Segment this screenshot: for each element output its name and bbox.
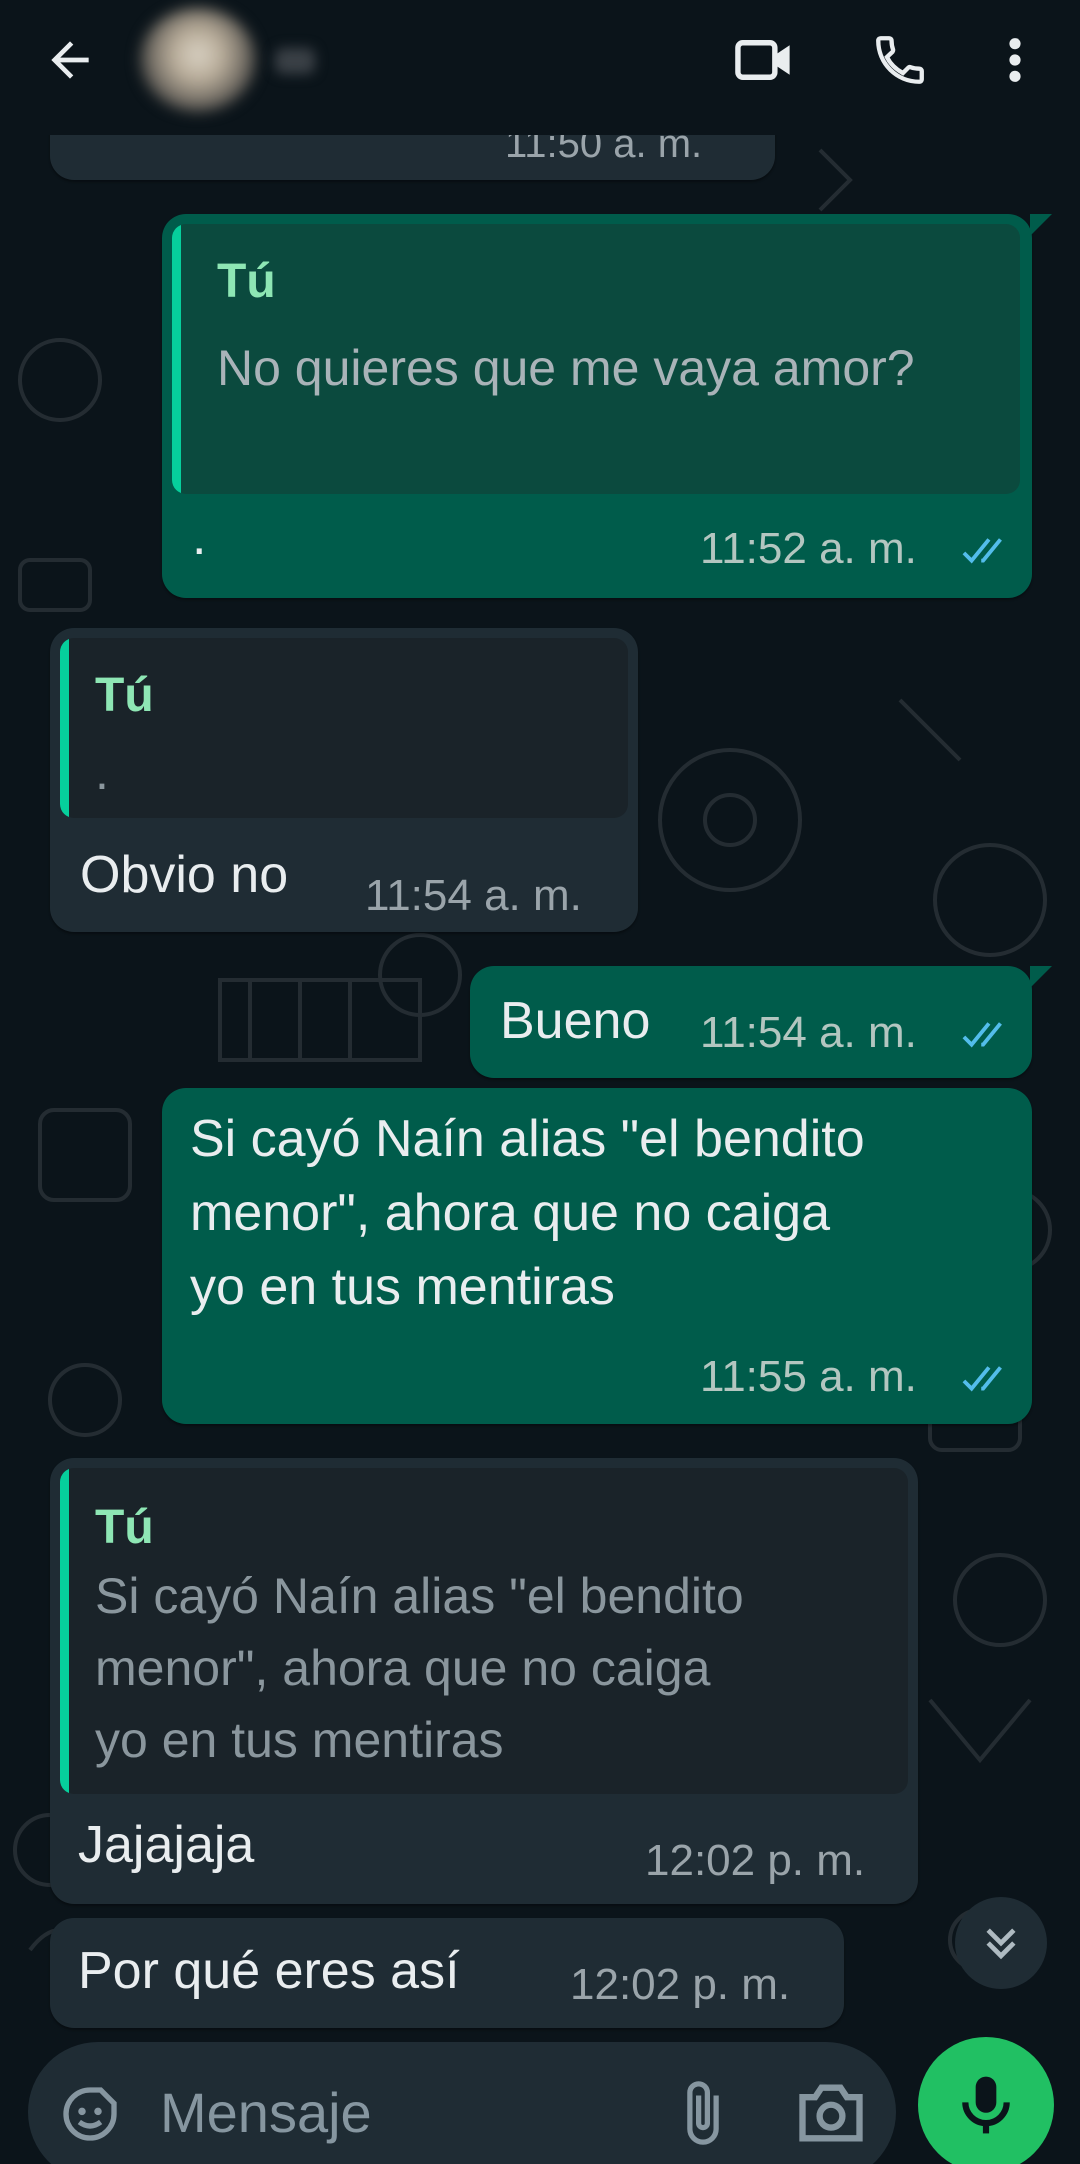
quote-accent-bar <box>172 224 181 494</box>
message-input[interactable]: Mensaje <box>160 2080 372 2145</box>
chat-header <box>0 0 1080 135</box>
message-text: Por qué eres así <box>78 1942 460 2000</box>
quoted-message[interactable]: Tú Si cayó Naín alias "el bendito menor"… <box>60 1468 908 1794</box>
message-bubble-incoming[interactable]: Tú Si cayó Naín alias "el bendito menor"… <box>50 1458 918 1904</box>
message-time: 11:52 a. m. <box>700 524 917 573</box>
message-text: Bueno <box>500 992 651 1050</box>
read-ticks-icon <box>962 1022 1002 1048</box>
arrow-left-icon[interactable] <box>30 20 110 100</box>
quoted-message[interactable]: Tú . <box>60 638 628 818</box>
avatar[interactable] <box>140 8 256 112</box>
message-time: 12:02 p. m. <box>645 1836 866 1885</box>
quote-author: Tú <box>95 669 154 722</box>
video-call-icon[interactable] <box>720 20 810 100</box>
message-time: 11:54 a. m. <box>700 1008 917 1057</box>
message-time: 11:55 a. m. <box>700 1352 917 1401</box>
message-time: 12:02 p. m. <box>570 1960 791 2009</box>
sticker-icon[interactable] <box>58 2082 122 2146</box>
read-ticks-icon <box>962 1366 1002 1392</box>
camera-icon[interactable] <box>793 2078 869 2148</box>
message-bubble-incoming[interactable]: Tú . Obvio no 11:54 a. m. <box>50 628 638 932</box>
quote-text: . <box>95 744 109 800</box>
message-bubble-incoming[interactable]: Por qué eres así 12:02 p. m. <box>50 1918 844 2028</box>
message-time: 11:54 a. m. <box>365 871 582 920</box>
message-bubble-outgoing[interactable]: Bueno 11:54 a. m. <box>470 966 1052 1078</box>
bubble-tail <box>1030 214 1052 236</box>
message-bubble-outgoing[interactable]: Si cayó Naín alias "el bendito menor", a… <box>162 1088 1032 1424</box>
contact-name[interactable] <box>275 48 315 74</box>
quote-text: Si cayó Naín alias "el bendito menor", a… <box>95 1568 744 1768</box>
quoted-message[interactable]: Tú No quieres que me vaya amor? <box>172 224 1020 494</box>
message-text: Jajajaja <box>78 1816 255 1874</box>
quote-author: Tú <box>217 255 276 308</box>
message-composer[interactable]: Mensaje <box>28 2042 896 2164</box>
more-vert-icon[interactable] <box>985 20 1045 100</box>
message-text: Si cayó Naín alias "el bendito menor", a… <box>190 1110 865 1316</box>
message-bubble-outgoing[interactable]: Tú No quieres que me vaya amor? . 11:52 … <box>162 214 1052 598</box>
quote-accent-bar <box>60 638 69 818</box>
phone-icon[interactable] <box>860 20 940 100</box>
scroll-to-bottom-button[interactable] <box>955 1897 1047 1989</box>
voice-message-button[interactable] <box>918 2037 1054 2164</box>
read-ticks-icon <box>962 538 1002 564</box>
quote-text: No quieres que me vaya amor? <box>217 340 915 396</box>
double-chevron-down-icon <box>986 1928 1016 1960</box>
paperclip-icon[interactable] <box>668 2078 738 2148</box>
bubble-tail <box>1030 966 1052 988</box>
message-text: Obvio no <box>80 846 289 904</box>
message-text: . <box>192 508 207 566</box>
quote-author: Tú <box>95 1501 154 1554</box>
quote-accent-bar <box>60 1468 69 1794</box>
microphone-icon <box>962 2076 1010 2134</box>
